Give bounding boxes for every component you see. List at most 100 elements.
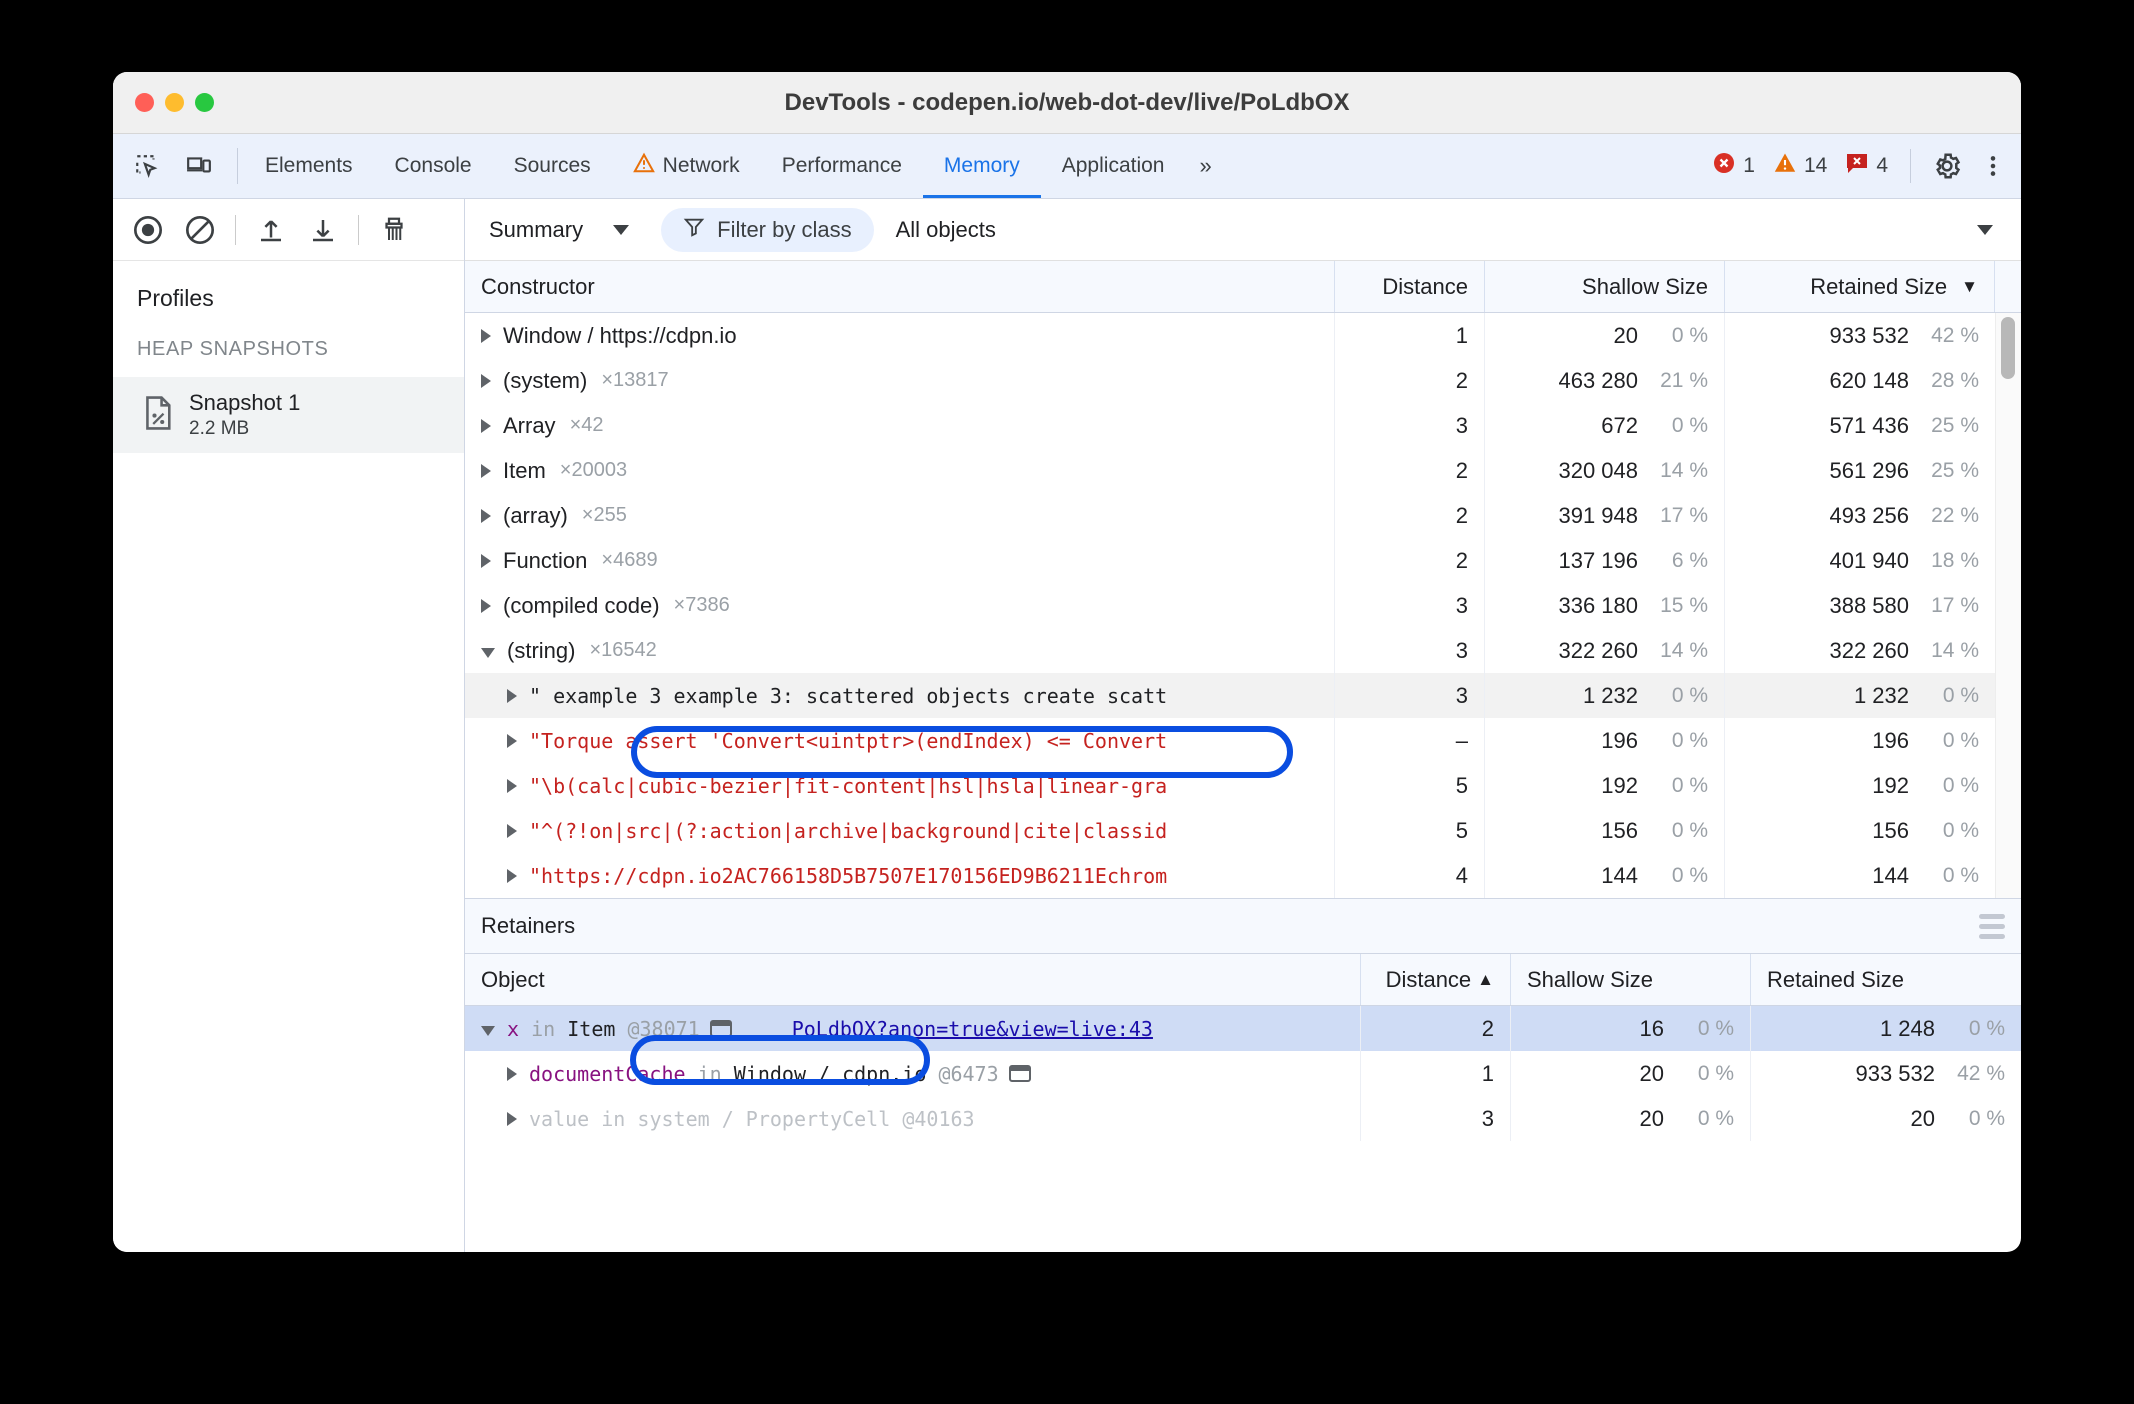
triangle-right-icon[interactable] xyxy=(507,1066,517,1081)
retainer-row[interactable]: documentCache in Window / cdpn.io @6473 1… xyxy=(465,1051,2021,1096)
string-instance-row[interactable]: "https://cdpn.io2AC766158D5B7507E170156E… xyxy=(465,853,1995,898)
upload-icon[interactable] xyxy=(250,209,292,251)
string-instance-row[interactable]: " example 3 example 3: scattered objects… xyxy=(465,673,1995,718)
column-shallow-size[interactable]: Shallow Size xyxy=(1511,954,1751,1005)
instance-count: ×4689 xyxy=(601,549,658,571)
constructor-row[interactable]: Window / https://cdpn.io 1 20 0 % 933 532 42 … xyxy=(465,313,1995,358)
triangle-down-icon[interactable] xyxy=(481,1025,495,1036)
warning-counter[interactable]: 14 xyxy=(1767,151,1833,181)
constructor-row[interactable]: (string) ×16542 3 322 260 14 % 322 260 14 % xyxy=(465,628,1995,673)
triangle-right-icon[interactable] xyxy=(481,508,491,523)
constructor-row[interactable]: (array) ×255 2 391 948 17 % 493 256 22 % xyxy=(465,493,1995,538)
cell-object[interactable]: documentCache in Window / cdpn.io @6473 xyxy=(465,1051,1361,1096)
record-icon[interactable] xyxy=(127,209,169,251)
retainer-object: value in system / PropertyCell @40163 xyxy=(529,1107,975,1131)
cell-distance: 5 xyxy=(1335,808,1485,853)
retainer-owner: Item xyxy=(567,1016,616,1041)
cell-string-value[interactable]: "Torque assert 'Convert<uintptr>(endInde… xyxy=(465,718,1335,763)
triangle-down-icon[interactable] xyxy=(481,647,495,658)
cell-constructor[interactable]: (system) ×13817 xyxy=(465,358,1335,403)
tab-label: Performance xyxy=(781,154,902,177)
cell-constructor[interactable]: (string) ×16542 xyxy=(465,628,1335,673)
retainers-menu-icon[interactable] xyxy=(1979,913,2005,939)
sidebar-section-heap-snapshots: HEAP SNAPSHOTS xyxy=(137,338,329,360)
tab-elements[interactable]: Elements xyxy=(244,134,374,198)
tab-console[interactable]: Console xyxy=(374,134,493,198)
cell-constructor[interactable]: Array ×42 xyxy=(465,403,1335,448)
constructor-row[interactable]: (system) ×13817 2 463 280 21 % 620 148 28 % xyxy=(465,358,1995,403)
triangle-right-icon[interactable] xyxy=(481,418,491,433)
triangle-right-icon[interactable] xyxy=(507,688,517,703)
retainer-row[interactable]: value in system / PropertyCell @40163 3 20… xyxy=(465,1096,2021,1141)
string-instance-row[interactable]: "^(?!on|src|(?:action|archive|background… xyxy=(465,808,1995,853)
view-select[interactable]: Summary xyxy=(479,217,639,243)
string-value: "\b(calc|cubic-bezier|fit-content|hsl|hs… xyxy=(529,773,1168,798)
triangle-right-icon[interactable] xyxy=(481,553,491,568)
constructors-scrollbar[interactable] xyxy=(1995,313,2021,898)
retainer-object-id: @6473 xyxy=(938,1061,999,1086)
device-toolbar-icon[interactable] xyxy=(179,146,219,186)
triangle-right-icon[interactable] xyxy=(481,463,491,478)
shallow-percent: 0 % xyxy=(1671,413,1708,437)
constructor-row[interactable]: (compiled code) ×7386 3 336 180 15 % 388 580 1… xyxy=(465,583,1995,628)
column-shallow-size[interactable]: Shallow Size xyxy=(1485,261,1725,312)
string-instance-row[interactable]: "\b(calc|cubic-bezier|fit-content|hsl|hs… xyxy=(465,763,1995,808)
triangle-right-icon[interactable] xyxy=(507,778,517,793)
constructor-row[interactable]: Function ×4689 2 137 196 6 % 401 940 18 % xyxy=(465,538,1995,583)
constructor-row[interactable]: Array ×42 3 672 0 % 571 436 25 % xyxy=(465,403,1995,448)
panel-tabs[interactable]: Elements Console Sources Network Perform… xyxy=(244,134,1185,198)
cell-constructor[interactable]: (array) ×255 xyxy=(465,493,1335,538)
triangle-right-icon[interactable] xyxy=(507,733,517,748)
column-distance[interactable]: Distance xyxy=(1335,261,1485,312)
cell-shallow-size: 137 196 6 % xyxy=(1485,538,1725,583)
cell-distance: 1 xyxy=(1361,1051,1511,1096)
triangle-right-icon[interactable] xyxy=(507,868,517,883)
cell-constructor[interactable]: Item ×20003 xyxy=(465,448,1335,493)
column-retained-size[interactable]: Retained Size ▼ xyxy=(1725,261,1995,312)
cell-constructor[interactable]: Function ×4689 xyxy=(465,538,1335,583)
triangle-right-icon[interactable] xyxy=(481,598,491,613)
tab-network[interactable]: Network xyxy=(612,134,761,198)
column-constructor[interactable]: Constructor xyxy=(465,261,1335,312)
column-distance[interactable]: Distance ▲ xyxy=(1361,954,1511,1005)
clear-icon[interactable] xyxy=(179,209,221,251)
triangle-right-icon[interactable] xyxy=(481,328,491,343)
filter-by-class-input[interactable]: Filter by class xyxy=(661,207,874,252)
column-retained-size[interactable]: Retained Size xyxy=(1751,954,2021,1005)
triangle-right-icon[interactable] xyxy=(507,1111,517,1126)
trash-icon[interactable] xyxy=(373,209,415,251)
sidebar-item-snapshot-1[interactable]: Snapshot 1 2.2 MB xyxy=(113,377,464,454)
constructor-row[interactable]: Item ×20003 2 320 048 14 % 561 296 25 % xyxy=(465,448,1995,493)
issue-counter[interactable]: 4 xyxy=(1839,151,1894,181)
inspect-element-icon[interactable] xyxy=(127,146,167,186)
triangle-right-icon[interactable] xyxy=(507,823,517,838)
scrollbar-thumb[interactable] xyxy=(2001,317,2015,379)
tab-performance[interactable]: Performance xyxy=(761,134,923,198)
string-instance-row[interactable]: "Torque assert 'Convert<uintptr>(endInde… xyxy=(465,718,1995,763)
tab-memory[interactable]: Memory xyxy=(922,134,1041,198)
column-object[interactable]: Object xyxy=(465,954,1361,1005)
tab-sources[interactable]: Sources xyxy=(493,134,612,198)
chevron-down-icon xyxy=(1977,224,1993,235)
cell-constructor[interactable]: Window / https://cdpn.io xyxy=(465,313,1335,358)
download-icon[interactable] xyxy=(302,209,344,251)
cell-string-value[interactable]: "https://cdpn.io2AC766158D5B7507E170156E… xyxy=(465,853,1335,898)
triangle-right-icon[interactable] xyxy=(481,373,491,388)
cell-string-value[interactable]: "^(?!on|src|(?:action|archive|background… xyxy=(465,808,1335,853)
cell-retained-size: 493 256 22 % xyxy=(1829,502,1979,528)
gear-icon[interactable] xyxy=(1927,146,1967,186)
cell-string-value[interactable]: "\b(calc|cubic-bezier|fit-content|hsl|hs… xyxy=(465,763,1335,808)
cell-string-value[interactable]: " example 3 example 3: scattered objects… xyxy=(465,673,1335,718)
cell-object[interactable]: value in system / PropertyCell @40163 xyxy=(465,1096,1361,1141)
source-link[interactable]: PoLdbOX?anon=true&view=live:43 xyxy=(792,1017,1153,1041)
more-vertical-icon[interactable] xyxy=(1973,146,2013,186)
tab-application[interactable]: Application xyxy=(1041,134,1186,198)
cell-constructor[interactable]: (compiled code) ×7386 xyxy=(465,583,1335,628)
objects-select[interactable]: All objects xyxy=(896,217,2021,243)
retainer-row[interactable]: x in Item @38071 PoLdbOX?anon=true&view=l… xyxy=(465,1006,2021,1051)
error-counter[interactable]: 1 xyxy=(1706,151,1761,181)
cell-object[interactable]: x in Item @38071 PoLdbOX?anon=true&view=l… xyxy=(465,1006,1361,1051)
constructor-name: (system) xyxy=(503,367,588,393)
warning-triangle-icon xyxy=(1773,151,1797,181)
more-tabs-icon[interactable]: » xyxy=(1185,134,1225,198)
